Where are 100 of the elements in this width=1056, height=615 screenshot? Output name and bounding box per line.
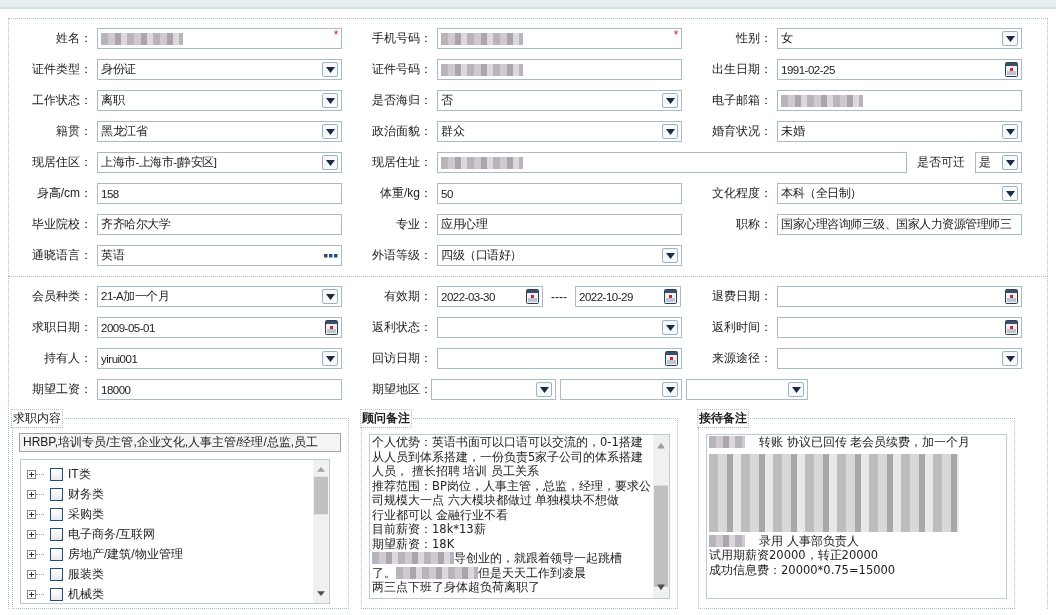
checkbox[interactable]: [50, 507, 63, 521]
dropdown-icon[interactable]: [1002, 155, 1018, 170]
expand-icon[interactable]: [27, 509, 36, 519]
checkbox[interactable]: [50, 587, 63, 601]
dropdown-field[interactable]: 黑龙江省: [97, 121, 342, 142]
text-field[interactable]: 应用心理: [437, 214, 682, 235]
expand-icon[interactable]: [27, 589, 36, 599]
dropdown-field[interactable]: 本科（全日制）: [777, 183, 1022, 204]
dropdown-field[interactable]: 21-A加一个月: [97, 286, 342, 307]
dropdown-icon[interactable]: [322, 93, 338, 108]
calendar-icon[interactable]: [1005, 289, 1018, 304]
date-field[interactable]: 1991-02-25: [777, 59, 1022, 80]
calendar-icon[interactable]: [1005, 62, 1018, 77]
checkbox[interactable]: [50, 547, 63, 561]
dropdown-icon[interactable]: [1002, 351, 1018, 366]
text-field[interactable]: 158: [97, 183, 342, 204]
calendar-icon[interactable]: [325, 320, 338, 335]
date-field[interactable]: [777, 317, 1022, 338]
dropdown-icon[interactable]: [322, 351, 338, 366]
dropdown-icon[interactable]: [662, 93, 678, 108]
date-field[interactable]: 2022-10-29: [575, 286, 681, 307]
dropdown-field[interactable]: 群众: [437, 121, 682, 142]
field-label: 期望工资：: [32, 381, 92, 398]
text-field[interactable]: *: [97, 28, 342, 49]
scrollbar[interactable]: [653, 435, 669, 598]
dropdown-field[interactable]: 是: [975, 152, 1022, 173]
tree-item[interactable]: 服装类: [68, 565, 104, 583]
dropdown-icon[interactable]: [662, 124, 678, 139]
dropdown-icon[interactable]: [1002, 124, 1018, 139]
calendar-icon[interactable]: [665, 351, 678, 366]
dropdown-icon[interactable]: [1002, 186, 1018, 201]
dropdown-icon[interactable]: [788, 382, 804, 397]
date-field[interactable]: 2009-05-01: [97, 317, 342, 338]
dropdown-icon[interactable]: [322, 155, 338, 170]
dropdown-field[interactable]: [777, 348, 1022, 369]
dropdown-field[interactable]: 四级（口语好）: [437, 245, 682, 266]
dropdown-icon[interactable]: [322, 124, 338, 139]
tree-item[interactable]: 采购类: [68, 505, 104, 523]
dropdown-field[interactable]: yirui001: [97, 348, 342, 369]
text-field[interactable]: [777, 90, 1022, 111]
dropdown-icon[interactable]: [322, 62, 338, 77]
tree-item[interactable]: 财务类: [68, 485, 104, 503]
text-field[interactable]: 18000: [97, 379, 342, 400]
dropdown-field[interactable]: 否: [437, 90, 682, 111]
dropdown-field[interactable]: 上海市-上海市-[静安区]: [97, 152, 342, 173]
dropdown-icon[interactable]: [662, 320, 678, 335]
dropdown-field[interactable]: [431, 379, 556, 400]
expand-icon[interactable]: [27, 569, 36, 579]
field-label: 出生日期：: [712, 61, 772, 78]
date-field[interactable]: [437, 348, 682, 369]
calendar-icon[interactable]: [664, 289, 677, 304]
dropdown-field[interactable]: 离职: [97, 90, 342, 111]
notes-area[interactable]: 个人优势：英语书面可以口语可以交流的，0-1搭建 从人员到体系搭建，一份负责5家子公司的体系搭建 人员， 擅长招聘 培训 员工关系 推荐范围：BP岗位，人事主管，总监，经理，要求公 司规模大一点 六大模块都做过 单独模块不想做 行业都可以 金融行业不看 目前薪资：18k*13薪 期望薪资：18K 导创业的，就跟着领导一起跳槽 了。 但是天天工作到凌晨 两三点下班了身体超负荷离职了: [369, 434, 670, 599]
more-icon[interactable]: [324, 253, 338, 258]
tree-item[interactable]: 机械类: [68, 585, 104, 603]
checkbox[interactable]: [50, 567, 63, 581]
checkbox[interactable]: [50, 487, 63, 501]
expand-icon[interactable]: [27, 529, 36, 539]
calendar-icon[interactable]: [526, 289, 539, 304]
field-label: 工作状态：: [32, 92, 92, 109]
field-label: 文化程度：: [712, 185, 772, 202]
redacted-block: [709, 534, 745, 547]
notes-area[interactable]: 转账 协议已回传 老会员续费，加一个月 录用 人事部负责人 试用期薪资20000，转正20000 成功信息费：20000*0.75=15000: [706, 434, 1007, 599]
expand-icon[interactable]: [27, 489, 36, 499]
tree-item[interactable]: IT类: [68, 465, 91, 483]
text-field[interactable]: 50: [437, 183, 682, 204]
text-field[interactable]: HRBP,培训专员/主管,企业文化,人事主管/经理/总监,员工: [19, 433, 341, 452]
calendar-icon[interactable]: [1005, 320, 1018, 335]
expand-icon[interactable]: [27, 469, 36, 479]
date-field[interactable]: [777, 286, 1022, 307]
text-field[interactable]: 国家心理咨询师三级、国家人力资源管理师三: [777, 214, 1022, 235]
tree-item[interactable]: 房地产/建筑/物业管理: [68, 545, 183, 563]
dropdown-icon[interactable]: [662, 382, 678, 397]
dropdown-field[interactable]: [686, 379, 808, 400]
field-label: 求职日期：: [32, 319, 92, 336]
dropdown-icon[interactable]: [1002, 31, 1018, 46]
note-text: 两三点下班了身体超负荷离职了: [372, 580, 540, 595]
dropdown-field[interactable]: 身份证: [97, 59, 342, 80]
scrollbar[interactable]: [313, 460, 329, 603]
dropdown-icon[interactable]: [536, 382, 552, 397]
field-label: 职称：: [736, 216, 772, 233]
text-field[interactable]: [437, 152, 907, 173]
lookup-field[interactable]: 英语: [97, 245, 342, 266]
dropdown-icon[interactable]: [322, 289, 338, 304]
note-text: 但是天天工作到凌晨: [478, 565, 586, 580]
checkbox[interactable]: [50, 467, 63, 481]
note-text: 行业都可以 金融行业不看: [372, 507, 508, 522]
date-field[interactable]: 2022-03-30: [437, 286, 543, 307]
dropdown-field[interactable]: 未婚: [777, 121, 1022, 142]
text-field[interactable]: *: [437, 28, 682, 49]
dropdown-icon[interactable]: [662, 248, 678, 263]
text-field[interactable]: [437, 59, 682, 80]
group-title: 顾问备注: [360, 409, 412, 428]
tree-item[interactable]: 电子商务/互联网: [68, 525, 156, 543]
text-field[interactable]: 齐齐哈尔大学: [97, 214, 342, 235]
checkbox[interactable]: [50, 527, 63, 541]
dropdown-field[interactable]: 女: [777, 28, 1022, 49]
expand-icon[interactable]: [27, 549, 36, 559]
dropdown-field[interactable]: [437, 317, 682, 338]
dropdown-field[interactable]: [560, 379, 682, 400]
